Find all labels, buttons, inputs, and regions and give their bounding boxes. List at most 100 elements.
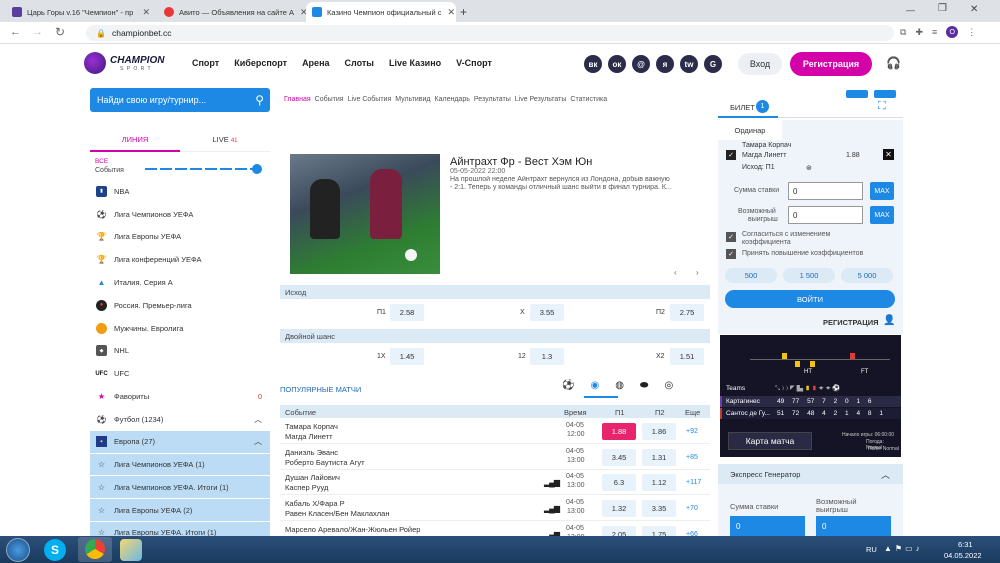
chrome-taskbar-button[interactable] (78, 537, 112, 562)
stats-icon[interactable]: ▂▄▆ (544, 478, 560, 487)
stake-max-button[interactable]: MAX (870, 182, 894, 200)
sidebar-item-ufc[interactable]: UFC UFC (90, 362, 270, 385)
maximize-icon[interactable]: ❐ (938, 3, 947, 14)
tab-line[interactable]: ЛИНИЯ (90, 130, 180, 152)
more-markets-link[interactable]: +85 (686, 454, 698, 461)
sidebar-item-serie-a[interactable]: ▲ Италия. Серия А (90, 271, 270, 294)
more-markets-link[interactable]: +70 (686, 505, 698, 512)
link-calendar[interactable]: Календарь (435, 96, 470, 103)
featured-match-image[interactable] (290, 154, 440, 274)
quick-stake-1500[interactable]: 1 500 (783, 268, 835, 283)
events-slider-track[interactable] (145, 168, 257, 170)
reload-icon[interactable]: ↻ (55, 25, 65, 39)
quick-stake-5000[interactable]: 5 000 (841, 268, 893, 283)
odd-p2[interactable]: 2.75 (670, 304, 704, 321)
sidebar-item-ucl-totals[interactable]: ☆ Лига Чемпионов УЕФА. Итоги (1) (90, 476, 270, 500)
new-tab-icon[interactable]: + (460, 5, 467, 19)
odd-1x[interactable]: 1.45 (390, 348, 424, 365)
odd-p1[interactable]: 1.32 (602, 500, 636, 518)
tab-single[interactable]: Ординар (718, 120, 782, 140)
chevron-up-icon[interactable]: ︿ (881, 468, 890, 481)
headset-icon[interactable]: 🎧 (886, 56, 901, 70)
browser-tab-2[interactable]: Авито — Объявления на сайте А ✕ (158, 2, 306, 22)
sidebar-item-rpl[interactable]: ● Россия. Премьер-лига (90, 294, 270, 317)
remove-bet-icon[interactable]: ✕ (883, 149, 894, 160)
match-row[interactable]: Душан Лайович Каспер Рууд ▂▄▆ 04-05 13:00 6.3… (280, 470, 710, 496)
sidebar-item-europa-league[interactable]: 🏆 Лига Европы УЕФА (90, 226, 270, 249)
bet-checkbox[interactable]: ✓ (726, 150, 736, 160)
odd-x2[interactable]: 1.51 (670, 348, 704, 365)
express-generator-header[interactable]: Экспресс Генератор ︿ (718, 464, 903, 484)
mail-icon[interactable]: @ (632, 55, 650, 73)
sidebar-item-nhl[interactable]: ◆ NHL (90, 340, 270, 363)
nav-sport[interactable]: Спорт (192, 58, 219, 68)
sidebar-item-uel[interactable]: ☆ Лига Европы УЕФА (2) (90, 499, 270, 522)
featured-title[interactable]: Айнтрахт Фр - Вест Хэм Юн (450, 156, 592, 168)
betslip-register-link[interactable]: РЕГИСТРАЦИЯ (823, 318, 878, 327)
url-field[interactable]: 🔒 championbet.cc (86, 25, 894, 41)
link-events[interactable]: События (315, 96, 344, 103)
sidebar-item-euroleague[interactable]: Мужчины. Евролига (90, 317, 270, 340)
close-tab-icon[interactable]: ✕ (136, 7, 150, 18)
profile-avatar[interactable]: O (946, 26, 959, 38)
logo-text[interactable]: CHAMPION (110, 55, 164, 66)
skype-icon[interactable]: S (44, 539, 66, 561)
sidebar-item-ucl[interactable]: ☆ Лига Чемпионов УЕФА (1) (90, 453, 270, 477)
odd-p2[interactable]: 1.31 (642, 448, 676, 466)
forward-icon[interactable]: → (32, 26, 43, 38)
yandex-icon[interactable]: я (656, 55, 674, 73)
star-outline-icon[interactable]: ☆ (96, 459, 107, 470)
football-icon[interactable]: ⚽ (562, 380, 574, 391)
sidebar-item-conference-league[interactable]: 🏆 Лига конференций УЕФА (90, 248, 270, 271)
more-markets-link[interactable]: +92 (686, 428, 698, 435)
stake-input[interactable]: 0 (788, 182, 863, 200)
close-tab-icon[interactable]: ✕ (294, 7, 306, 18)
win-max-button[interactable]: MAX (870, 206, 894, 224)
match-row[interactable]: Кабаль Х/Фара Р Равен Класен/Бен Маклахла… (280, 496, 710, 522)
close-tab-icon[interactable]: ✕ (441, 7, 455, 18)
star-outline-icon[interactable]: ☆ (96, 505, 107, 516)
express-stake-input[interactable]: 0 (730, 516, 805, 536)
odd-p1[interactable]: 3.45 (602, 448, 636, 466)
vk-icon[interactable]: вк (584, 55, 602, 73)
betslip-login-button[interactable]: ВОЙТИ (725, 290, 895, 308)
menu-icon[interactable]: ⋮ (967, 27, 976, 38)
sidebar-item-football[interactable]: ⚽ Футбол (1234) ︿ (90, 408, 270, 431)
next-arrow-icon[interactable]: › (696, 268, 699, 277)
star-outline-icon[interactable]: ☆ (96, 482, 107, 493)
browser-tab-3[interactable]: Казино Чемпион официальный с ✕ (306, 2, 456, 22)
back-icon[interactable]: ← (10, 26, 21, 38)
nav-esport[interactable]: Киберспорт (234, 58, 287, 68)
odd-12[interactable]: 1.3 (530, 348, 564, 365)
sidebar-item-nba[interactable]: ▮ NBA (90, 180, 270, 203)
stats-icon[interactable]: ▂▄▆ (544, 504, 560, 513)
twitter-icon[interactable]: tw (680, 55, 698, 73)
more-markets-link[interactable]: +117 (686, 479, 701, 486)
sidebar-item-favorites[interactable]: ★ Фавориты 0 (90, 385, 270, 408)
odd-p1[interactable]: 1.88 (602, 423, 636, 440)
link-main[interactable]: Главная (284, 96, 311, 103)
match-row[interactable]: Даниэль Эванс Роберто Баутиста Агут 04-05 1… (280, 445, 710, 470)
expand-icon[interactable]: ⛶ (878, 100, 886, 113)
login-button[interactable]: Вход (738, 53, 782, 75)
language-indicator[interactable]: RU (866, 545, 877, 554)
quick-stake-500[interactable]: 500 (725, 268, 777, 283)
champion-logo-icon[interactable] (84, 52, 106, 74)
link-live-events[interactable]: Live События (348, 96, 392, 103)
paint-icon[interactable] (120, 539, 142, 561)
hockey-icon[interactable]: ⬬ (640, 380, 649, 391)
sidebar-item-europe[interactable]: ✦ Европа (27) ︿ (90, 430, 270, 454)
search-icon[interactable]: ⚲ (255, 93, 264, 107)
volleyball-icon[interactable]: ◎ (664, 380, 673, 391)
match-row[interactable]: Тамара Корпач Магда Линетт 04-05 12:00 1.88 1… (280, 419, 710, 444)
clock-date[interactable]: 04.05.2022 (944, 551, 982, 560)
odd-p1[interactable]: 2.58 (390, 304, 424, 321)
browser-tab-1[interactable]: Царь Горы v.16 "Чемпион" - пр ✕ (6, 2, 156, 22)
events-slider-handle[interactable] (252, 164, 262, 174)
link-live-results[interactable]: Live Результаты (515, 96, 567, 103)
sidebar-item-champions-league[interactable]: ⚽ Лига Чемпионов УЕФА (90, 203, 270, 226)
link-multiview[interactable]: Мультивид (395, 96, 430, 103)
odd-p2[interactable]: 1.12 (642, 474, 676, 492)
odd-p2[interactable]: 1.86 (642, 423, 676, 440)
nav-live-casino[interactable]: Live Казино (389, 58, 441, 68)
